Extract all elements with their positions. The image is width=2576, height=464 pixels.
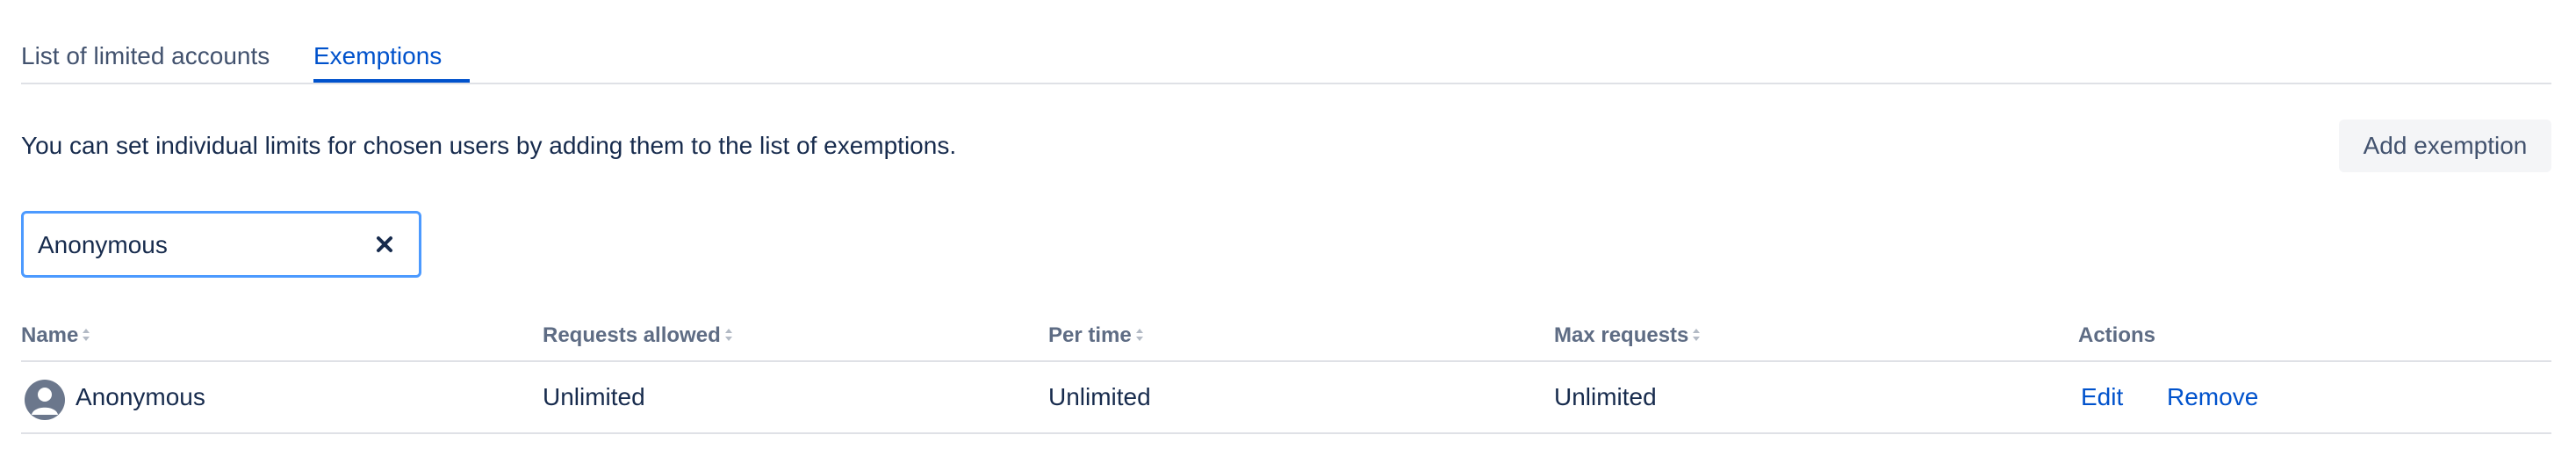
column-header-requests-allowed[interactable]: Requests allowed (543, 323, 732, 348)
sort-icon (1693, 328, 1701, 342)
tab-bar: List of limited accounts Exemptions (21, 35, 2551, 84)
row-name: Anonymous (76, 383, 205, 410)
sort-icon (724, 328, 732, 342)
page: List of limited accounts Exemptions You … (0, 0, 2576, 464)
row-requests-allowed: Unlimited (543, 383, 645, 410)
sort-icon (83, 328, 90, 342)
active-tab-indicator (313, 79, 470, 83)
table-row: Anonymous Unlimited Unlimited Unlimited … (21, 362, 2551, 434)
search-input[interactable] (38, 226, 354, 265)
search-field[interactable] (21, 211, 421, 278)
user-avatar-icon (25, 380, 65, 420)
sort-icon (1135, 328, 1143, 342)
table-header: Name Requests allowed Per time Max reque… (21, 320, 2551, 362)
exemptions-table: Name Requests allowed Per time Max reque… (21, 320, 2551, 434)
tab-exemptions[interactable]: Exemptions (313, 40, 442, 72)
remove-link[interactable]: Remove (2167, 381, 2258, 413)
column-header-name[interactable]: Name (21, 323, 90, 348)
tab-list-of-limited-accounts[interactable]: List of limited accounts (21, 40, 270, 72)
column-header-per-time[interactable]: Per time (1048, 323, 1143, 348)
exemptions-description: You can set individual limits for chosen… (21, 132, 957, 159)
close-icon[interactable] (370, 229, 399, 259)
row-per-time: Unlimited (1048, 383, 1151, 410)
column-header-max-requests[interactable]: Max requests (1554, 323, 1701, 348)
add-exemption-button[interactable]: Add exemption (2339, 120, 2551, 172)
column-header-actions: Actions (2078, 323, 2156, 347)
edit-link[interactable]: Edit (2081, 381, 2123, 413)
row-max-requests: Unlimited (1554, 383, 1657, 410)
